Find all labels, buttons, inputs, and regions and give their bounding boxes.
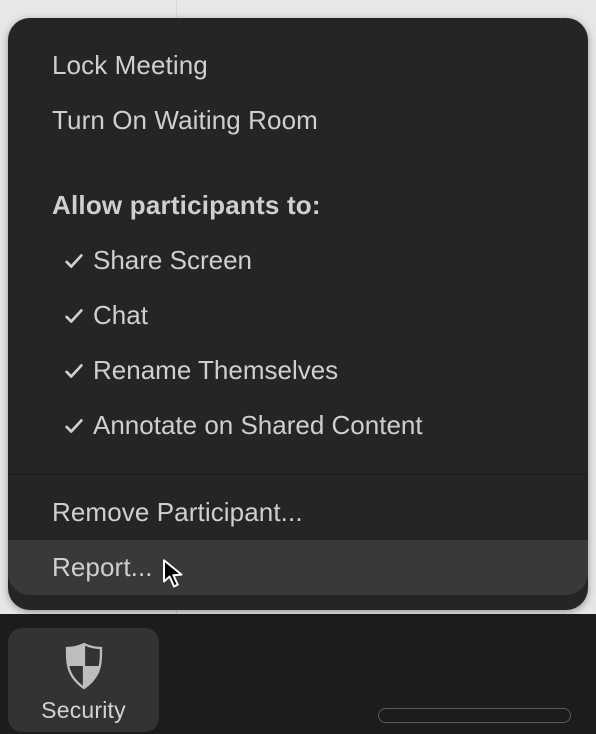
security-button[interactable]: Security <box>8 628 159 732</box>
menu-divider <box>8 473 588 475</box>
menu-item-label: Remove Participant... <box>52 497 303 528</box>
permission-label: Chat <box>93 300 148 331</box>
menu-item-remove-participant[interactable]: Remove Participant... <box>8 485 588 540</box>
permissions-header: Allow participants to: <box>8 178 588 233</box>
menu-item-label: Lock Meeting <box>52 50 208 81</box>
check-icon <box>63 360 91 382</box>
meeting-toolbar: Security <box>0 614 596 734</box>
menu-item-waiting-room[interactable]: Turn On Waiting Room <box>8 93 588 148</box>
permission-annotate[interactable]: Annotate on Shared Content <box>8 398 588 453</box>
menu-item-label: Turn On Waiting Room <box>52 105 318 136</box>
permission-label: Annotate on Shared Content <box>93 410 423 441</box>
permission-share-screen[interactable]: Share Screen <box>8 233 588 288</box>
check-icon <box>63 305 91 327</box>
check-icon <box>63 415 91 437</box>
permission-rename[interactable]: Rename Themselves <box>8 343 588 398</box>
security-menu: Lock Meeting Turn On Waiting Room Allow … <box>8 18 588 610</box>
security-button-label: Security <box>41 697 126 724</box>
permission-label: Rename Themselves <box>93 355 338 386</box>
permissions-header-label: Allow participants to: <box>52 190 321 221</box>
menu-item-lock-meeting[interactable]: Lock Meeting <box>8 38 588 93</box>
permission-chat[interactable]: Chat <box>8 288 588 343</box>
shield-icon <box>63 642 105 690</box>
check-icon <box>63 250 91 272</box>
cursor-icon <box>161 559 187 589</box>
permission-label: Share Screen <box>93 245 252 276</box>
toolbar-scrollbar[interactable] <box>378 708 571 723</box>
menu-item-report[interactable]: Report... <box>8 540 588 595</box>
menu-item-label: Report... <box>52 552 153 583</box>
